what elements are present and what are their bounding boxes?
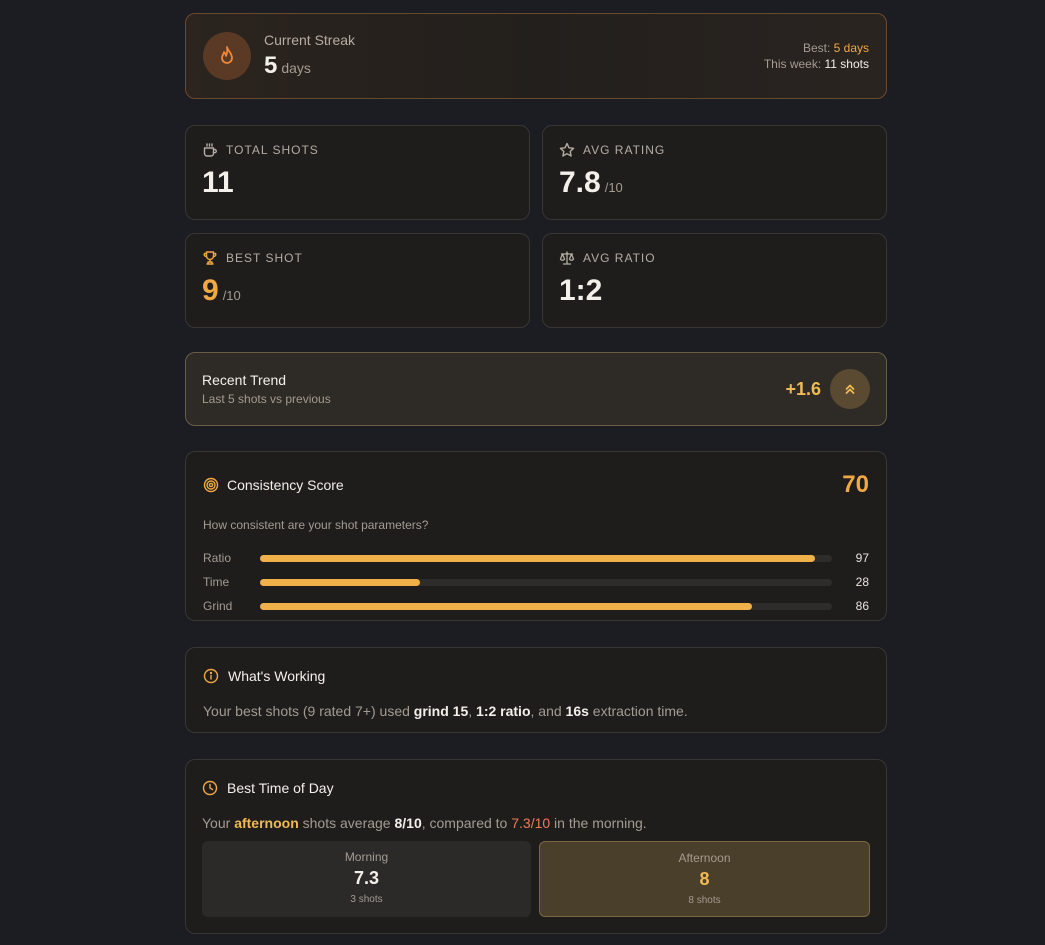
bar-track bbox=[260, 554, 832, 562]
grind-highlight: grind 15 bbox=[413, 703, 469, 719]
recent-trend-card: Recent Trend Last 5 shots vs previous +1… bbox=[185, 352, 887, 426]
morning-tile[interactable]: Morning 7.3 3 shots bbox=[202, 841, 531, 917]
avg-rating-value: 7.8/10 bbox=[559, 166, 623, 199]
bar-value: 97 bbox=[855, 551, 869, 565]
double-chevron-up-icon[interactable] bbox=[830, 369, 870, 409]
avg-rating-label: AVG RATING bbox=[583, 143, 666, 157]
streak-unit: days bbox=[281, 60, 311, 76]
best-shot-unit: /10 bbox=[222, 288, 241, 303]
info-icon bbox=[203, 668, 219, 683]
total-shots-label: TOTAL SHOTS bbox=[226, 143, 319, 157]
consistency-question: How consistent are your shot parameters? bbox=[203, 518, 429, 532]
flame-icon bbox=[203, 32, 251, 80]
consistency-bars: Ratio 97 Time 28 Grind 86 bbox=[203, 546, 869, 618]
week-shots-value: 11 shots bbox=[824, 57, 869, 71]
bar-fill bbox=[260, 602, 752, 610]
bar-label: Ratio bbox=[203, 551, 232, 565]
avg-ratio-card: AVG RATIO 1:2 bbox=[542, 233, 887, 328]
avg-rating-unit: /10 bbox=[604, 180, 623, 195]
bar-fill bbox=[260, 554, 815, 562]
whats-working-card: What's Working Your best shots (9 rated … bbox=[185, 647, 887, 733]
whats-working-text: Your best shots (9 rated 7+) used grind … bbox=[203, 703, 688, 719]
best-shot-label: BEST SHOT bbox=[226, 251, 303, 265]
trophy-icon bbox=[203, 251, 217, 265]
streak-summary: Best: 5 days This week: 11 shots bbox=[763, 41, 869, 71]
bar-fill bbox=[260, 578, 421, 586]
ratio-highlight: 1:2 ratio bbox=[476, 703, 531, 719]
time-highlight: 16s bbox=[565, 703, 589, 719]
trend-subtitle: Last 5 shots vs previous bbox=[202, 392, 331, 406]
morning-label: Morning bbox=[344, 850, 389, 864]
best-streak-value: 5 days bbox=[833, 41, 869, 55]
consistency-score: 70 bbox=[842, 471, 869, 498]
streak-value: 5 days bbox=[264, 52, 311, 79]
consistency-bar-row: Grind 86 bbox=[203, 594, 869, 618]
consistency-title: Consistency Score bbox=[227, 477, 344, 493]
period-highlight: afternoon bbox=[234, 815, 299, 831]
best-shot-value: 9/10 bbox=[202, 274, 241, 307]
bar-track bbox=[260, 602, 832, 610]
afternoon-value: 8 bbox=[699, 869, 710, 889]
bar-track bbox=[260, 578, 832, 586]
avg-ratio-value: 1:2 bbox=[559, 274, 603, 307]
trend-title: Recent Trend bbox=[202, 372, 287, 388]
compare-highlight: 7.3/10 bbox=[511, 815, 551, 831]
morning-shots: 3 shots bbox=[350, 894, 383, 905]
consistency-bar-row: Ratio 97 bbox=[203, 546, 869, 570]
consistency-card: Consistency Score 70 How consistent are … bbox=[185, 451, 887, 621]
clock-icon bbox=[202, 780, 218, 795]
best-time-text: Your afternoon shots average 8/10, compa… bbox=[202, 815, 647, 831]
target-icon bbox=[203, 477, 219, 493]
best-shot-card: BEST SHOT 9/10 bbox=[185, 233, 530, 328]
total-shots-card: TOTAL SHOTS 11 bbox=[185, 125, 530, 220]
bar-label: Time bbox=[203, 575, 230, 589]
coffee-cup-icon bbox=[203, 143, 217, 157]
best-time-title: Best Time of Day bbox=[227, 779, 334, 796]
best-time-card: Best Time of Day Your afternoon shots av… bbox=[185, 759, 887, 934]
afternoon-label: Afternoon bbox=[678, 851, 731, 865]
avg-ratio-label: AVG RATIO bbox=[583, 251, 656, 265]
time-of-day-row: Morning 7.3 3 shots Afternoon 8 8 shots bbox=[202, 841, 870, 917]
avg-rating-card: AVG RATING 7.8/10 bbox=[542, 125, 887, 220]
afternoon-tile[interactable]: Afternoon 8 8 shots bbox=[539, 841, 870, 917]
bar-label: Grind bbox=[203, 599, 233, 613]
scale-icon bbox=[559, 251, 575, 265]
consistency-bar-row: Time 28 bbox=[203, 570, 869, 594]
trend-value: +1.6 bbox=[785, 378, 821, 399]
total-shots-value: 11 bbox=[202, 166, 234, 199]
morning-value: 7.3 bbox=[353, 868, 380, 888]
bar-value: 86 bbox=[855, 599, 869, 613]
streak-card: Current Streak 5 days Best: 5 days This w… bbox=[185, 13, 887, 99]
star-icon bbox=[559, 142, 575, 157]
afternoon-shots: 8 shots bbox=[688, 895, 721, 906]
bar-value: 28 bbox=[855, 575, 869, 589]
streak-label: Current Streak bbox=[264, 32, 356, 48]
whats-working-title: What's Working bbox=[228, 667, 326, 684]
avg-highlight: 8/10 bbox=[394, 815, 422, 831]
